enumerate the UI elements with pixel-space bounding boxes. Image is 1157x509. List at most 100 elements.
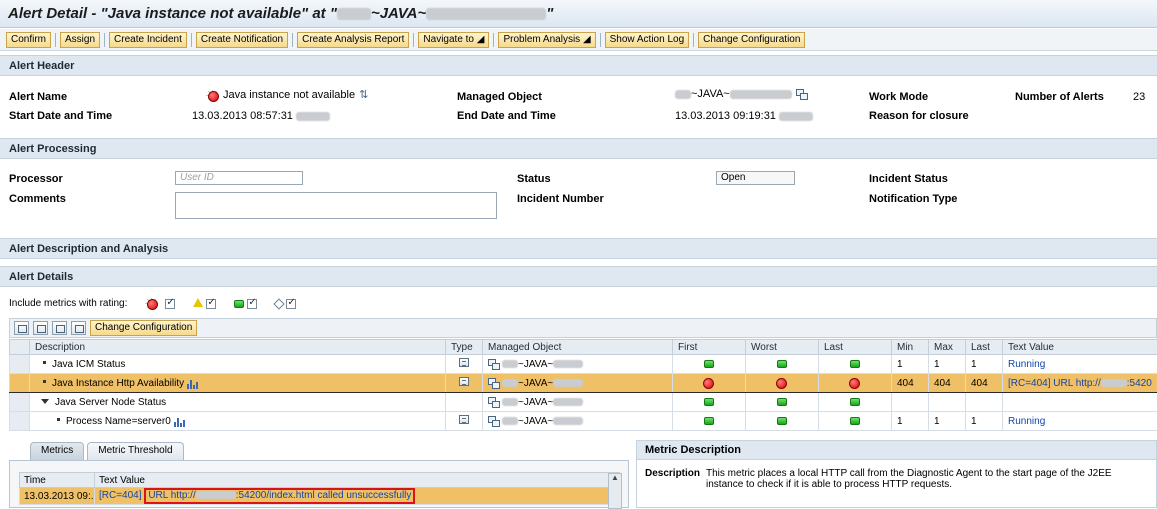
column-header-managed-object[interactable]: Managed Object <box>483 340 673 355</box>
worst-rating-cell <box>746 374 819 393</box>
text-value-cell[interactable]: Running <box>1003 412 1157 431</box>
row-selector-header[interactable] <box>10 340 30 355</box>
settings-icon[interactable] <box>71 321 86 335</box>
filter-grey[interactable] <box>275 299 296 309</box>
worst-rating-cell <box>746 412 819 431</box>
managed-object-value[interactable]: ~JAVA~ <box>675 88 807 100</box>
row-selector[interactable] <box>10 393 30 412</box>
tab-metrics[interactable]: Metrics <box>30 442 84 460</box>
text-value-cell[interactable]: Running <box>1003 355 1157 374</box>
column-header-metric-text-value[interactable]: Text Value <box>95 473 620 488</box>
toolbar-separator <box>600 33 601 47</box>
navigate-icon[interactable] <box>488 359 499 369</box>
metric-description-title: Metric Description <box>637 441 1156 460</box>
confirm-button[interactable]: Confirm <box>6 32 51 48</box>
comments-textarea[interactable] <box>175 192 497 219</box>
metric-type-icon <box>459 358 469 367</box>
column-header-time[interactable]: Time <box>20 473 95 488</box>
create-notification-button[interactable]: Create Notification <box>196 32 288 48</box>
expand-icon[interactable] <box>41 399 49 404</box>
alert-header-section[interactable]: Alert Header <box>0 55 1157 76</box>
navigate-to-button[interactable]: Navigate to ◢ <box>418 32 489 48</box>
column-header-description[interactable]: Description <box>30 340 446 355</box>
type-cell <box>446 374 483 393</box>
last-value-cell: 404 <box>966 374 1003 393</box>
metric-description-label: Description <box>645 468 700 490</box>
hierarchy-icon[interactable]: ⇅ <box>359 89 368 101</box>
row-selector[interactable] <box>10 355 30 374</box>
column-header-last[interactable]: Last <box>819 340 892 355</box>
column-header-text-value[interactable]: Text Value <box>1003 340 1157 355</box>
redacted-text <box>337 8 371 20</box>
last-value-cell <box>966 393 1003 412</box>
details-icon[interactable] <box>52 321 67 335</box>
text-value-cell[interactable] <box>1003 393 1157 412</box>
vertical-scrollbar[interactable] <box>608 473 622 509</box>
first-rating-cell <box>673 355 746 374</box>
filter-icon[interactable] <box>14 321 29 335</box>
tab-metric-threshold[interactable]: Metric Threshold <box>87 442 183 460</box>
create-incident-button[interactable]: Create Incident <box>109 32 187 48</box>
redacted-text <box>196 491 236 499</box>
navigate-icon[interactable] <box>488 416 499 426</box>
export-icon[interactable] <box>33 321 48 335</box>
redacted-text <box>553 360 583 368</box>
metric-text-cell: [RC=404] URL http://:54200/index.html ca… <box>95 488 620 505</box>
red-rating-icon <box>847 377 860 388</box>
table-row[interactable]: Java ICM Status~JAVA~111Running <box>10 355 1157 374</box>
highlighted-url: URL http://:54200/index.html called unsu… <box>144 488 415 504</box>
worst-rating-cell <box>746 393 819 412</box>
metric-tabs: Metrics Metric Threshold <box>30 442 184 460</box>
redacted-text <box>779 112 813 121</box>
column-header-min[interactable]: Min <box>892 340 929 355</box>
number-of-alerts-label: Number of Alerts <box>1015 91 1104 103</box>
processor-input[interactable]: User ID <box>175 171 303 185</box>
navigate-icon[interactable] <box>488 397 499 407</box>
alert-details-section[interactable]: Alert Details <box>0 266 1157 287</box>
table-row[interactable]: Java Server Node Status~JAVA~ <box>10 393 1157 412</box>
assign-button[interactable]: Assign <box>60 32 100 48</box>
max-cell: 404 <box>929 374 966 393</box>
end-date-label: End Date and Time <box>457 110 556 122</box>
grid-change-configuration-button[interactable]: Change Configuration <box>90 320 197 336</box>
red-rating-icon <box>701 377 714 388</box>
redacted-text <box>502 379 518 387</box>
navigate-icon[interactable] <box>796 89 807 99</box>
red-checkbox[interactable] <box>165 299 175 309</box>
grey-checkbox[interactable] <box>286 299 296 309</box>
bullet-icon <box>43 361 46 364</box>
alert-description-analysis-section[interactable]: Alert Description and Analysis <box>0 238 1157 259</box>
chart-icon[interactable] <box>187 378 199 387</box>
filter-yellow[interactable] <box>193 299 216 309</box>
green-rating-icon <box>777 360 787 368</box>
column-header-type[interactable]: Type <box>446 340 483 355</box>
text-value-cell[interactable]: [RC=404] URL http://:5420 <box>1003 374 1157 393</box>
alert-name-value: Java instance not available⇅ <box>206 88 368 101</box>
column-header-worst[interactable]: Worst <box>746 340 819 355</box>
chart-icon[interactable] <box>174 416 186 425</box>
filter-green[interactable] <box>234 299 257 309</box>
grey-rating-icon <box>274 298 285 309</box>
table-row[interactable]: Process Name=server0~JAVA~111Running <box>10 412 1157 431</box>
min-cell: 404 <box>892 374 929 393</box>
create-analysis-report-button[interactable]: Create Analysis Report <box>297 32 409 48</box>
row-selector[interactable] <box>10 412 30 431</box>
yellow-checkbox[interactable] <box>206 299 216 309</box>
change-configuration-button[interactable]: Change Configuration <box>698 32 805 48</box>
row-selector[interactable] <box>10 374 30 393</box>
problem-analysis-button[interactable]: Problem Analysis ◢ <box>498 32 595 48</box>
table-row[interactable]: Java Instance Http Availability~JAVA~404… <box>10 374 1157 393</box>
managed-object-label: Managed Object <box>457 91 542 103</box>
start-date-label: Start Date and Time <box>9 110 112 122</box>
column-header-last-value[interactable]: Last <box>966 340 1003 355</box>
navigate-icon[interactable] <box>488 378 499 388</box>
show-action-log-button[interactable]: Show Action Log <box>605 32 690 48</box>
status-field[interactable]: Open <box>716 171 795 185</box>
metric-time-cell: 13.03.2013 09:... <box>20 488 95 505</box>
column-header-first[interactable]: First <box>673 340 746 355</box>
filter-red[interactable] <box>145 298 175 309</box>
table-row[interactable]: 13.03.2013 09:... [RC=404] URL http://:5… <box>20 488 620 505</box>
green-checkbox[interactable] <box>247 299 257 309</box>
column-header-max[interactable]: Max <box>929 340 966 355</box>
alert-processing-section[interactable]: Alert Processing <box>0 138 1157 159</box>
